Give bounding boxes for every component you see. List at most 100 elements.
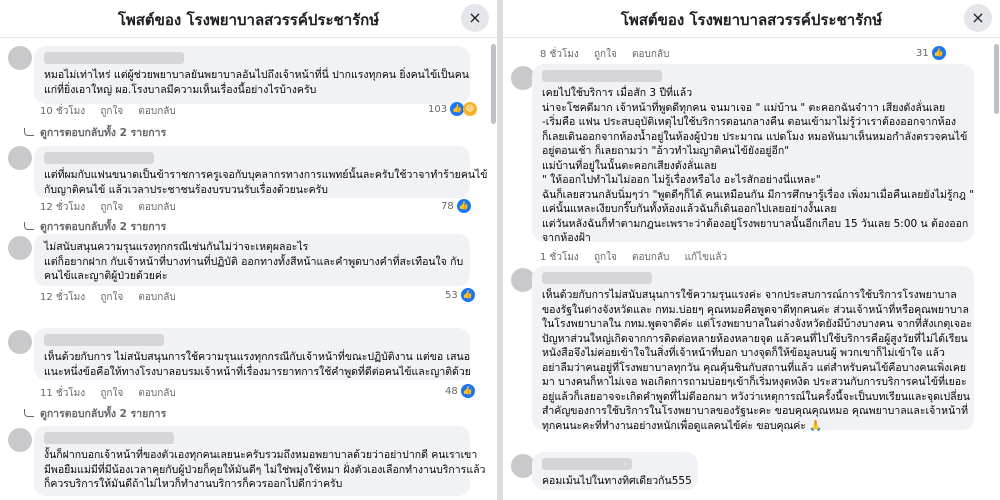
comment-text: งั้นก็ฝากบอกเจ้าหน้าที่ของตัวเองทุกคนเลย… [44,448,486,492]
view-replies-link[interactable]: ดูการตอบกลับทั้ง 2 รายการ [24,405,166,422]
reaction-summary[interactable]: 31 👍 [916,46,946,60]
comment-time[interactable]: 12 ชั่วโมง [40,292,85,303]
scrollbar[interactable] [994,44,999,114]
comment-line: ก็ควรบริการให้มันดีถ้าไม่ไหวก็ทำงานบริกา… [44,478,343,490]
comment-bubble: เคยไปใช้บริการ เมื่อสัก 3 ปีที่แล้ว น่าจ… [532,64,974,244]
reaction-summary[interactable]: 48 👍 [445,384,475,398]
comment-meta: 1 ชั่วโมง ถูกใจ ตอบกลับ แก้ไขแล้ว [540,250,739,265]
reply-button[interactable]: ตอบกลับ [138,202,175,213]
reaction-count: 53 [445,289,458,301]
comment-line: -เริ่มคือ แฟน ประสบอุบัติเหตุไปใช้บริการ… [542,116,957,128]
reply-button[interactable]: ตอบกลับ [138,292,175,303]
comment-meta: 11 ชั่วโมง ถูกใจ ตอบกลับ [40,386,188,401]
comment-time[interactable]: 1 ชั่วโมง [540,252,579,263]
comment-time[interactable]: 10 ชั่วโมง [40,106,85,117]
like-button[interactable]: ถูกใจ [100,106,123,117]
commenter-name-blurred[interactable] [542,272,652,284]
reply-button[interactable]: ตอบกลับ [138,106,175,117]
commenter-name-blurred[interactable] [44,334,164,346]
comment-line: มีพอยืมแม่มีที่มีน้องเวลาคุยกับผู้ป่วยก็… [44,463,486,476]
comment-line: คนไข้และญาติผู้ป่วยด้วยค่ะ [44,270,168,282]
avatar[interactable] [8,428,32,452]
like-button[interactable]: ถูกใจ [100,202,123,213]
scrollbar[interactable] [491,44,496,124]
reaction-count: 103 [428,103,448,115]
like-reaction-icon: 👍 [460,288,475,302]
like-reaction-icon: 👍 [460,384,475,398]
comment-line: คอมเม้นไปในทางทิศเดียวกัน555 [542,475,692,487]
comment-line: อยู่แล้วก็เลยอาจจะเกิดคำพูดที่ไม่ดีออกมา… [542,390,970,403]
haha-reaction-icon: 😆 [463,102,478,116]
commenter-name-blurred[interactable] [44,432,174,444]
avatar[interactable] [8,236,32,260]
comment-bubble: หมอไม่เท่าไหร่ แต่ผู้ช่วยพยาบาลยันพยาบาล… [34,46,470,104]
comment-line: กับญาติคนไข้ แล้วเวลาประชาชนร้องบรบวนรับ… [44,183,328,196]
reply-button[interactable]: ตอบกลับ [632,49,669,60]
dialog-title: โพสต์ของ โรงพยาบาลสวรรค์ประชารักษ์ [620,11,883,29]
edited-label: แก้ไขแล้ว [684,252,728,263]
view-replies-link[interactable]: ดูการตอบกลับทั้ง 2 รายการ [24,124,166,141]
comment-meta: 10 ชั่วโมง ถูกใจ ตอบกลับ [40,104,188,119]
commenter-name-blurred[interactable] [542,458,632,470]
reply-button[interactable]: ตอบกลับ [138,388,175,399]
comment-line: ฉันก็เลยสวนกลับนิ่มๆว่า "พูดดีๆก็ได้ คนเ… [542,188,975,201]
comment-text: แต่ที่ผมกับแฟนขนาดเป็นข้าราชการครูเจอกับ… [44,168,488,197]
comment-line: แค่นั้นแหละเงียบกริ๊บกันทั้งห้องแล้วฉันก… [542,203,837,215]
like-button[interactable]: ถูกใจ [594,252,617,263]
reaction-summary[interactable]: 53 👍 [445,288,475,302]
view-replies-link[interactable]: ดูการตอบกลับทั้ง 2 รายการ [24,218,166,235]
comment-text: เคยไปใช้บริการ เมื่อสัก 3 ปีที่แล้ว น่าจ… [542,86,975,246]
close-icon[interactable]: × [964,4,992,32]
reply-arrow-icon [24,409,34,417]
reaction-summary[interactable]: 78 👍 [441,199,471,213]
comment-text: หมอไม่เท่าไหร่ แต่ผู้ช่วยพยาบาลยันพยาบาล… [44,68,469,97]
like-reaction-icon: 👍 [456,199,471,213]
comment-line: อย่าลืมว่าคนอยู่ที่โรงพยาบาลทุกวัน คุณคุ… [542,361,967,374]
dialog-title: โพสต์ของ โรงพยาบาลสวรรค์ประชารักษ์ [117,11,380,29]
comment-line: เคยไปใช้บริการ เมื่อสัก 3 ปีที่แล้ว [542,87,693,99]
reaction-count: 78 [441,200,454,212]
comment-line: เห็นด้วยกับการไม่สนับสนุนการใช้ความรุนแร… [542,289,957,301]
comment-line: แม่บ้านที่อยู่ในนั้นตะคอกเสียงดังลั่นเลย [542,159,717,172]
avatar[interactable] [8,146,32,170]
like-button[interactable]: ถูกใจ [100,292,123,303]
dialog-header: โพสต์ของ โรงพยาบาลสวรรค์ประชารักษ์ × [0,0,497,38]
comment-text: เห็นด้วยกับการ ไม่สนับสนุนการใช้ความรุนแ… [44,350,471,379]
comment-line: ในโรงพยาบาลใน กทม.พูดจาดีค่ะ แต่โรงพยาบา… [542,318,972,330]
comment-line: ทุกคนนะคะที่ทำงานอย่างหนักเพื่อดูแลคนไข้… [542,419,823,432]
comment-bubble: คอมเม้นไปในทางทิศเดียวกัน555 [532,452,698,490]
comment-line: สำคัญของการใช้บริการในโรงพยาบาลของรัฐนะค… [542,405,969,417]
comment-bubble: เห็นด้วยกับการไม่สนับสนุนการใช้ความรุนแร… [532,266,974,432]
like-button[interactable]: ถูกใจ [100,388,123,399]
comment-line: " ให้ออกไปทำไมไม่ออก ไม่รู้เรื่องหรือไง … [542,174,821,186]
comment-line: แนะหนึ่งข้อคือให้ทางโรงบาลอบรมเจ้าหน้าที… [44,365,471,378]
close-icon[interactable]: × [461,4,489,32]
comment-line: มา บางคนก็หาไม่เจอ พอเกิดการถามบ่อยๆเข้า… [542,376,967,388]
comment-time[interactable]: 11 ชั่วโมง [40,388,85,399]
comment-text: คอมเม้นไปในทางทิศเดียวกัน555 [542,474,692,489]
like-button[interactable]: ถูกใจ [594,49,617,60]
comment-line: หนังสือจึงไม่ค่อยเข้าใจในสิ่งที่เจ้าหน้า… [542,347,945,359]
left-post-dialog: โพสต์ของ โรงพยาบาลสวรรค์ประชารักษ์ × หมอ… [0,0,497,500]
comment-bubble: ไม่สนับสนุนความรุนแรงทุกกรณีเช่นกันไม่ว่… [34,234,470,286]
comment-time[interactable]: 8 ชั่วโมง [540,49,579,60]
reaction-summary[interactable]: 103 👍 😆 [428,102,478,116]
comment-line: แต่วันหลังฉันก็ทำตามกฎนะเพราะว่าต้องอยู่… [542,217,969,230]
dialog-header: โพสต์ของ โรงพยาบาลสวรรค์ประชารักษ์ × [503,0,1000,38]
commenter-name-blurred[interactable] [44,152,154,164]
commenter-name-blurred[interactable] [542,70,662,82]
reply-button[interactable]: ตอบกลับ [632,252,669,263]
comment-line: แต่ที่ผมกับแฟนขนาดเป็นข้าราชการครูเจอกับ… [44,169,488,181]
commenter-name-blurred[interactable] [44,52,184,64]
comment-time[interactable]: 12 ชั่วโมง [40,202,85,213]
comment-line: จากห้องฝ้า [542,232,591,244]
avatar[interactable] [8,46,32,70]
like-reaction-icon: 👍 [450,102,465,116]
comment-meta: 12 ชั่วโมง ถูกใจ ตอบกลับ [40,200,188,215]
avatar[interactable] [8,330,32,354]
comment-line: แก่ที่ยิ่งเอาใหญ่ ผอ.โรงบาลมีความเห็นเรื… [44,83,317,96]
comment-line: อยู่ตอนเช้า ก็เลยถามว่า "อ้าวทำไมญาติคนไ… [542,145,790,157]
comment-line: ปัญหาส่วนใหญ่เกิดจากการติดต่อหลายห้องหลา… [542,332,968,345]
reaction-count: 48 [445,385,458,397]
comment-line: ก็เลยเดินออกจากห้องน้ำอยู่ในห้องผู้ป่วย … [542,130,968,143]
